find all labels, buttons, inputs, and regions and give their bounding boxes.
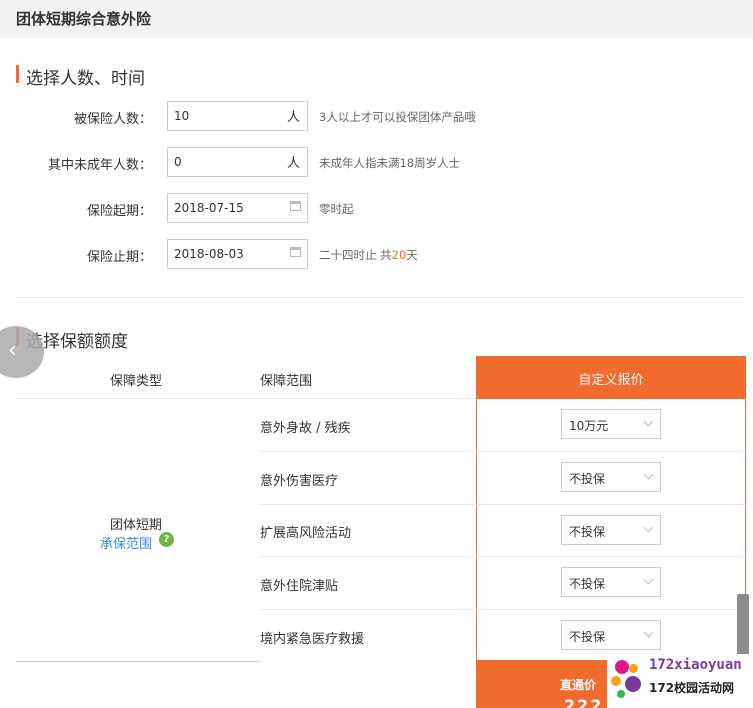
minor-count-hint: 未成年人指未满18周岁人士 [319, 156, 461, 170]
coverage-select-value: 不投保 [569, 577, 606, 591]
column-header-type: 保障类型 [110, 374, 163, 389]
coverage-scope-link[interactable]: 承保范围 [100, 533, 152, 552]
table-header-divider [16, 398, 476, 399]
minor-count-input[interactable]: 0 人 [167, 147, 308, 177]
calendar-icon[interactable] [290, 201, 301, 211]
coverage-select-value: 不投保 [569, 472, 606, 486]
start-date-label: 保险起期： [86, 204, 152, 219]
section-title-text: 选择人数、时间 [26, 69, 145, 89]
end-date-hint-prefix: 二十四时止 共 [319, 248, 392, 262]
coverage-select-value: 不投保 [569, 630, 606, 644]
row-divider [260, 451, 746, 452]
insured-count-input[interactable]: 10 人 [167, 101, 308, 131]
section-title-bar [16, 65, 19, 83]
column-header-scope: 保障范围 [260, 374, 313, 389]
coverage-select-accident-death[interactable]: 10万元 [561, 409, 661, 439]
chevron-down-icon [643, 469, 654, 480]
calendar-icon[interactable] [290, 247, 301, 257]
row-divider [260, 504, 746, 505]
watermark-line2: 172校园活动网 [649, 681, 735, 695]
coverage-type-name: 团体短期 [110, 518, 163, 533]
page-title: 团体短期综合意外险 [16, 10, 152, 28]
chevron-down-icon [643, 522, 654, 533]
section-divider [16, 297, 744, 298]
end-date-hint: 二十四时止 共20天 [319, 247, 418, 263]
coverage-select-value: 10万元 [569, 419, 609, 433]
page-header: 团体短期综合意外险 [0, 0, 753, 38]
coverage-name-injury-medical: 意外伤害医疗 [260, 474, 339, 489]
watermark-line1: 172xiaoyuan [649, 657, 742, 673]
end-date-input[interactable]: 2018-08-03 [167, 239, 308, 269]
coverage-name-hospital-allowance: 意外住院津贴 [260, 579, 339, 594]
chevron-left-icon: ‹ [8, 338, 17, 363]
custom-quote-header[interactable]: 自定义报价 [476, 356, 746, 399]
coverage-select-hospital-allowance[interactable]: 不投保 [561, 567, 661, 597]
start-date-hint: 零时起 [319, 202, 354, 216]
chevron-down-icon [643, 416, 654, 427]
insured-count-label: 被保险人数： [73, 112, 152, 127]
coverage-select-value: 不投保 [569, 525, 606, 539]
chevron-down-icon [643, 627, 654, 638]
coverage-name-emergency-rescue: 境内紧急医疗救援 [260, 632, 365, 647]
minor-count-unit: 人 [286, 156, 300, 171]
coverage-select-injury-medical[interactable]: 不投保 [561, 462, 661, 492]
minor-count-value: 0 [174, 155, 182, 169]
end-date-value: 2018-08-03 [174, 247, 244, 261]
insured-count-value: 10 [174, 109, 190, 123]
end-date-hint-suffix: 天 [406, 248, 418, 262]
end-date-label: 保险止期： [86, 250, 152, 265]
watermark-logo: 172xiaoyuan 172校园活动网 [607, 654, 753, 708]
question-icon[interactable]: ? [159, 532, 174, 547]
direct-price-label: 直通价 [560, 678, 597, 692]
coverage-name-accident-death: 意外身故 / 残疾 [260, 421, 351, 436]
insured-count-unit: 人 [286, 110, 300, 125]
minor-count-label: 其中未成年人数： [47, 158, 152, 173]
coverage-select-high-risk[interactable]: 不投保 [561, 515, 661, 545]
start-date-value: 2018-07-15 [174, 201, 244, 215]
start-date-input[interactable]: 2018-07-15 [167, 193, 308, 223]
coverage-select-emergency-rescue[interactable]: 不投保 [561, 620, 661, 650]
row-divider [260, 556, 746, 557]
total-days: 20 [391, 248, 407, 262]
row-divider [260, 609, 746, 610]
section-title-people-time: 选择人数、时间 [16, 64, 145, 89]
insured-count-hint: 3人以上才可以投保团体产品哦 [319, 110, 476, 124]
table-bottom-divider [16, 661, 260, 662]
coverage-name-high-risk: 扩展高风险活动 [260, 526, 352, 541]
chevron-down-icon [643, 574, 654, 585]
